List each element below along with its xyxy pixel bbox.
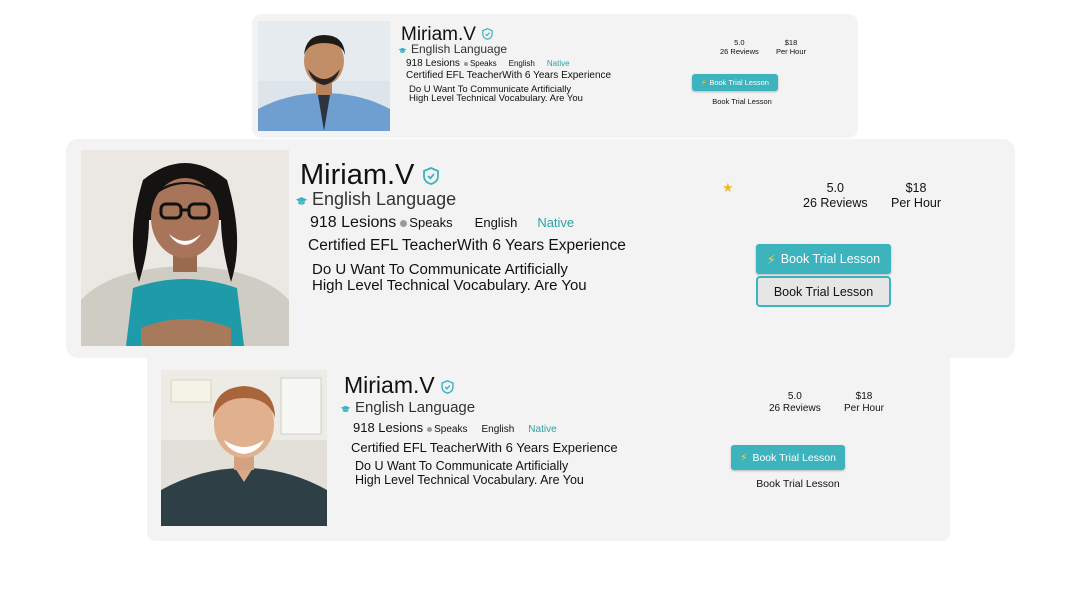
price-block: $18 Per Hour	[844, 391, 884, 415]
tutor-card[interactable]: Miriam.V English Language 918 Lesions Spe…	[252, 14, 858, 138]
book-trial-secondary-button[interactable]: Book Trial Lesson	[743, 476, 853, 492]
language-text: English	[481, 424, 515, 435]
bullet-dot	[463, 61, 468, 66]
book-trial-label: Book Trial Lesson	[780, 252, 881, 266]
reviews-count: 26 Reviews	[803, 196, 868, 210]
subject-row: English Language	[398, 42, 507, 57]
price-value: $18	[784, 38, 798, 47]
reviews-count: 26 Reviews	[769, 403, 821, 414]
lightning-bolt-icon: ⚡	[740, 451, 748, 464]
subject-text: English Language	[355, 399, 476, 416]
description-line-2: High Level Technical Vocabulary. Are You	[409, 93, 583, 104]
rating-block: 5.0 26 Reviews	[720, 38, 759, 56]
subject-row: English Language	[295, 189, 456, 211]
book-trial-label: Book Trial Lesson	[709, 78, 769, 87]
language-text: English	[474, 215, 518, 230]
book-trial-button[interactable]: ⚡ Book Trial Lesson	[756, 244, 891, 274]
tutor-name-text: Miriam.V	[344, 372, 435, 398]
graduation-cap-icon	[340, 400, 351, 417]
speaks-label: Speaks	[409, 215, 453, 230]
price-value: $18	[855, 391, 873, 402]
rating-block: 5.0 26 Reviews	[803, 181, 868, 211]
language-level: Native	[528, 424, 557, 435]
book-trial-secondary-label: Book Trial Lesson	[712, 96, 772, 106]
description-line-2: High Level Technical Vocabulary. Are You	[355, 473, 584, 487]
book-trial-secondary-label: Book Trial Lesson	[773, 284, 874, 299]
price-unit: Per Hour	[844, 403, 885, 414]
rating-value: 5.0	[826, 181, 844, 195]
verified-badge-icon	[441, 373, 454, 400]
tutor-card[interactable]: Miriam.V English Language 918 Lesions Spe…	[66, 139, 1015, 358]
lessons-count: 918 Lesions	[353, 420, 424, 435]
book-trial-secondary-label: Book Trial Lesson	[756, 478, 840, 490]
book-trial-button[interactable]: ⚡ Book Trial Lesson	[731, 445, 845, 470]
bullet-dot	[400, 220, 408, 228]
description-line-2: High Level Technical Vocabulary. Are You	[312, 277, 587, 294]
lightning-bolt-icon: ⚡	[766, 252, 776, 267]
bullet-dot	[427, 426, 433, 432]
description-line-1: Do U Want To Communicate Artificially	[312, 261, 568, 278]
language-level: Native	[537, 215, 575, 230]
tutor-name[interactable]: Miriam.V	[300, 159, 440, 193]
headline: Certified EFL TeacherWith 6 Years Experi…	[406, 70, 612, 81]
star-icon: ★	[722, 180, 734, 195]
headline: Certified EFL TeacherWith 6 Years Experi…	[351, 440, 618, 455]
price-value: $18	[905, 181, 927, 195]
book-trial-label: Book Trial Lesson	[752, 451, 836, 464]
stats-row: 918 Lesions Speaks English Native	[406, 58, 570, 69]
price-unit: Per Hour	[891, 196, 942, 210]
book-trial-button[interactable]: ⚡ Book Trial Lesson	[692, 74, 778, 91]
verified-badge-icon	[423, 160, 440, 193]
rating-block: 5.0 26 Reviews	[769, 391, 821, 415]
reviews-count: 26 Reviews	[720, 47, 759, 56]
lightning-bolt-icon: ⚡	[701, 78, 707, 87]
tutor-photo	[81, 150, 289, 346]
lessons-count: 918 Lesions	[406, 58, 460, 69]
rating-value: 5.0	[734, 38, 745, 47]
rating-value: 5.0	[787, 391, 802, 402]
tutor-name[interactable]: Miriam.V	[344, 372, 454, 400]
subject-row: English Language	[340, 399, 475, 417]
language-level: Native	[546, 59, 570, 68]
price-block: $18 Per Hour	[776, 38, 806, 56]
graduation-cap-icon	[398, 43, 407, 57]
lessons-count: 918 Lesions	[310, 214, 397, 231]
subject-text: English Language	[312, 189, 457, 209]
book-trial-secondary-button[interactable]: Book Trial Lesson	[692, 94, 792, 108]
stats-row: 918 Lesions Speaks English Native	[310, 214, 574, 232]
stats-row: 918 Lesions Speaks English Native	[353, 420, 557, 435]
tutor-photo	[161, 370, 327, 526]
graduation-cap-icon	[295, 190, 308, 211]
headline: Certified EFL TeacherWith 6 Years Experi…	[308, 237, 626, 254]
speaks-label: Speaks	[434, 424, 468, 435]
book-trial-secondary-button[interactable]: Book Trial Lesson	[756, 276, 891, 307]
speaks-label: Speaks	[469, 59, 497, 68]
price-block: $18 Per Hour	[891, 181, 941, 211]
tutor-photo	[258, 21, 390, 131]
tutor-name-text: Miriam.V	[300, 159, 415, 191]
price-unit: Per Hour	[776, 47, 807, 56]
language-text: English	[508, 59, 535, 68]
tutor-card[interactable]: Miriam.V English Language 918 Lesions Spe…	[147, 352, 950, 541]
description-line-1: Do U Want To Communicate Artificially	[355, 459, 569, 473]
subject-text: English Language	[411, 42, 508, 56]
